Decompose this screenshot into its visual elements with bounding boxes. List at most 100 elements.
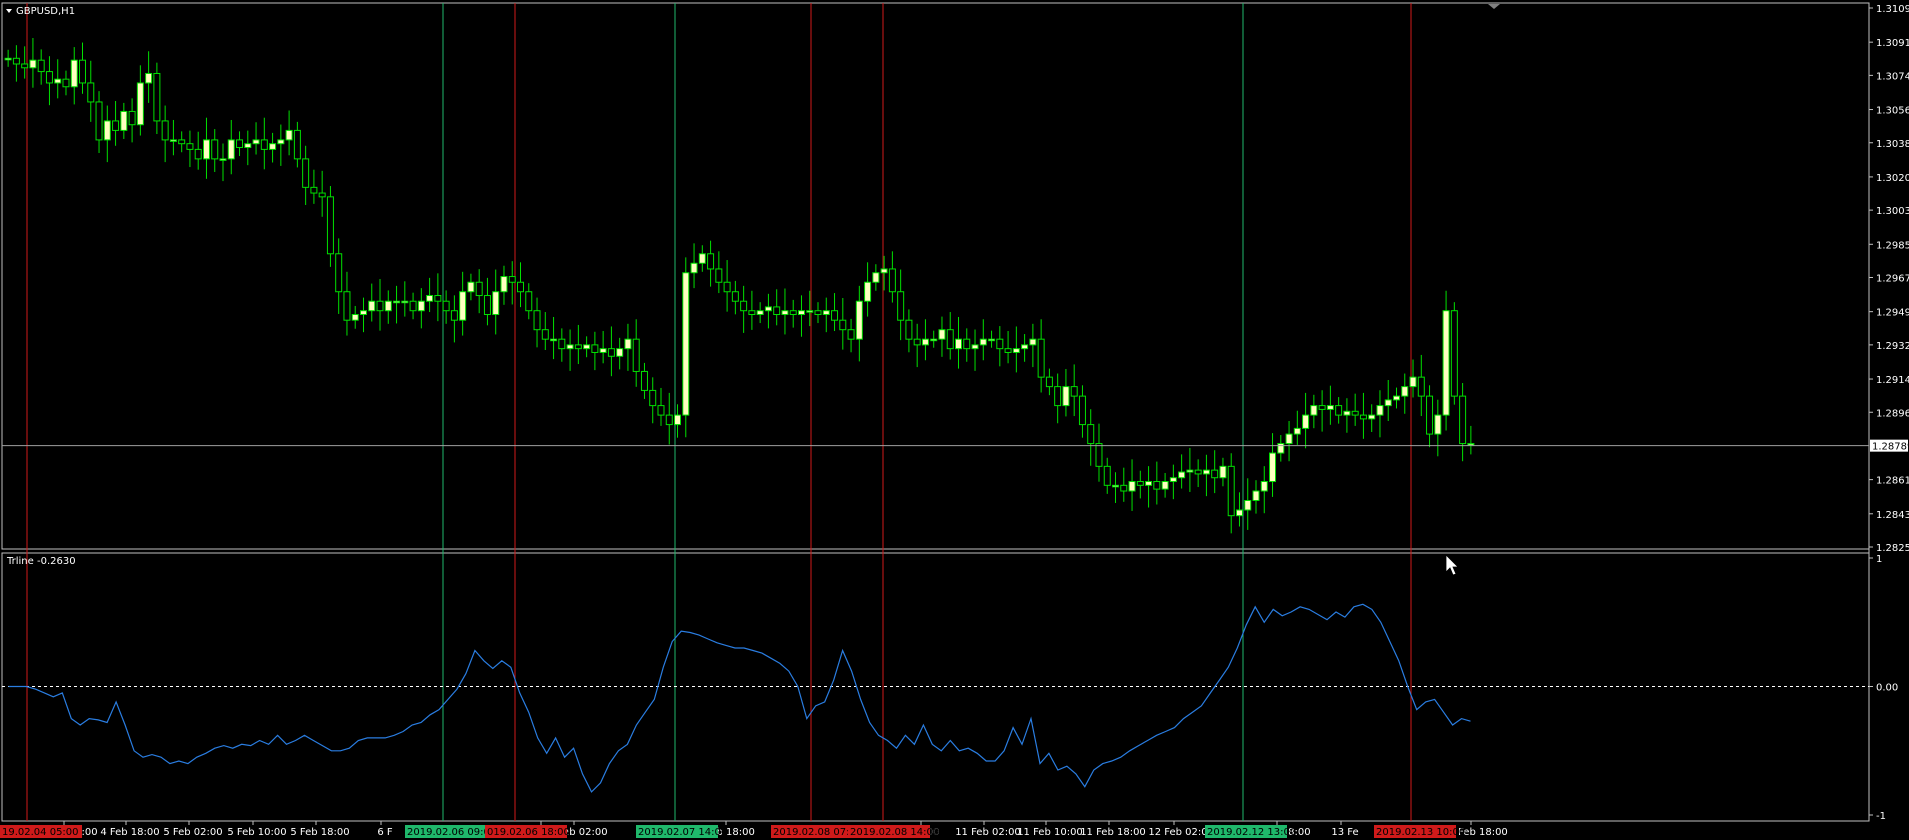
candle-body xyxy=(550,338,558,342)
candle-body xyxy=(1368,414,1376,420)
candle-body xyxy=(789,310,797,316)
candle-body xyxy=(822,310,830,316)
time-highlight-label: 2019.02.07 14:00 xyxy=(638,827,727,838)
candle-body xyxy=(1293,427,1301,435)
time-axis-layer: 4 Feb 10:004 Feb 18:005 Feb 02:005 Feb 1… xyxy=(0,821,1508,838)
candle-body xyxy=(318,192,326,198)
candle-body xyxy=(1128,481,1136,492)
candle-body xyxy=(921,338,929,346)
symbol-title: GBPUSD,H1 xyxy=(16,6,75,17)
candle-body xyxy=(153,72,161,122)
candle-body xyxy=(483,295,491,316)
trline-series xyxy=(8,603,1471,793)
time-tick-label: 13 Fe xyxy=(1331,827,1358,838)
candle-body xyxy=(1012,348,1020,353)
candle-body xyxy=(269,143,277,150)
candle-body xyxy=(1326,405,1334,410)
candle-body xyxy=(293,129,301,160)
candle-body xyxy=(62,78,70,88)
candle-body xyxy=(136,82,144,126)
price-tick-label: 1.29495 xyxy=(1876,308,1909,319)
candle-body xyxy=(897,291,905,321)
candle-body xyxy=(285,129,293,141)
candle-body xyxy=(797,310,805,316)
chart-shift-marker[interactable] xyxy=(1488,4,1500,9)
candle-body xyxy=(525,291,533,312)
candle-body xyxy=(401,300,409,304)
candle-body xyxy=(624,338,632,350)
candle-body xyxy=(541,329,549,340)
candle-body xyxy=(1202,469,1210,475)
candle-body xyxy=(764,306,772,312)
candle-body xyxy=(368,300,376,312)
candle-body xyxy=(814,310,822,316)
candle-body xyxy=(335,253,343,293)
candle-body xyxy=(558,338,566,350)
candle-body xyxy=(1277,443,1285,454)
candle-body xyxy=(1021,344,1029,350)
candle-body xyxy=(475,281,483,297)
candle-body xyxy=(194,148,202,160)
candle-body xyxy=(847,329,855,340)
candle-body xyxy=(310,186,318,194)
candle-body xyxy=(227,139,235,160)
candle-body xyxy=(574,344,582,350)
candle-body xyxy=(359,310,367,316)
time-highlight-label: 2019.02.08 07:0 xyxy=(773,827,856,838)
candle-body xyxy=(29,59,37,69)
candle-body xyxy=(1120,484,1128,492)
price-tick-label: 1.30740 xyxy=(1876,71,1909,82)
indicator-tick-label: -1 xyxy=(1876,811,1886,822)
candle-body xyxy=(169,139,177,142)
candle-body xyxy=(616,348,624,357)
price-tick-label: 1.30560 xyxy=(1876,106,1909,117)
candle-body xyxy=(508,276,516,283)
candle-body xyxy=(913,338,921,346)
candle-body xyxy=(698,253,706,264)
candle-body xyxy=(583,344,591,350)
candle-body xyxy=(591,344,599,353)
candle-body xyxy=(599,348,607,353)
indicator-tick-label: 0.00 xyxy=(1876,683,1898,694)
candle-body xyxy=(1269,452,1277,483)
chart-canvas[interactable]: 1.28789 1.31095 1.30915 1.30740 1.30560 1.30… xyxy=(0,0,1909,840)
candle-body xyxy=(1145,481,1153,486)
current-price-label: 1.28789 xyxy=(1872,442,1909,453)
candle-body xyxy=(103,120,111,141)
candle-body xyxy=(533,310,541,331)
candle-body xyxy=(1442,310,1450,416)
candle-body xyxy=(1252,490,1260,502)
candle-body xyxy=(723,281,731,293)
candle-body xyxy=(186,143,194,150)
time-highlight-label: 2019.02.13 10:00 xyxy=(1376,827,1465,838)
candle-body xyxy=(1153,481,1161,490)
candle-body xyxy=(1136,481,1144,486)
candle-body xyxy=(112,120,120,131)
main-panel-frame xyxy=(1,2,1870,550)
candle-body xyxy=(384,300,392,312)
price-tick-label: 1.28610 xyxy=(1876,476,1909,487)
price-tick-label: 1.30915 xyxy=(1876,38,1909,49)
candle-body xyxy=(756,310,764,316)
candle-body xyxy=(773,306,781,316)
candle-body xyxy=(1467,443,1475,446)
time-tick-label: 11 Feb 02:00 xyxy=(955,827,1021,838)
candle-body xyxy=(566,344,574,350)
triangle-down-icon[interactable] xyxy=(6,9,12,13)
candle-body xyxy=(1434,414,1442,435)
candle-body xyxy=(1103,465,1111,486)
candle-body xyxy=(343,291,351,321)
candle-body xyxy=(1087,424,1095,445)
candle-body xyxy=(690,262,698,274)
candle-body xyxy=(302,158,310,188)
candle-body xyxy=(930,338,938,342)
price-tick-label: 1.29850 xyxy=(1876,240,1909,251)
indicator-title: Trline -0.2630 xyxy=(6,556,76,567)
candle-body xyxy=(1054,386,1062,407)
candle-body xyxy=(1186,469,1194,473)
candle-body xyxy=(1409,376,1417,388)
candle-body xyxy=(971,344,979,350)
candle-body xyxy=(674,414,682,426)
current-price-line-layer: 1.28789 xyxy=(2,439,1909,453)
candle-body xyxy=(888,268,896,293)
